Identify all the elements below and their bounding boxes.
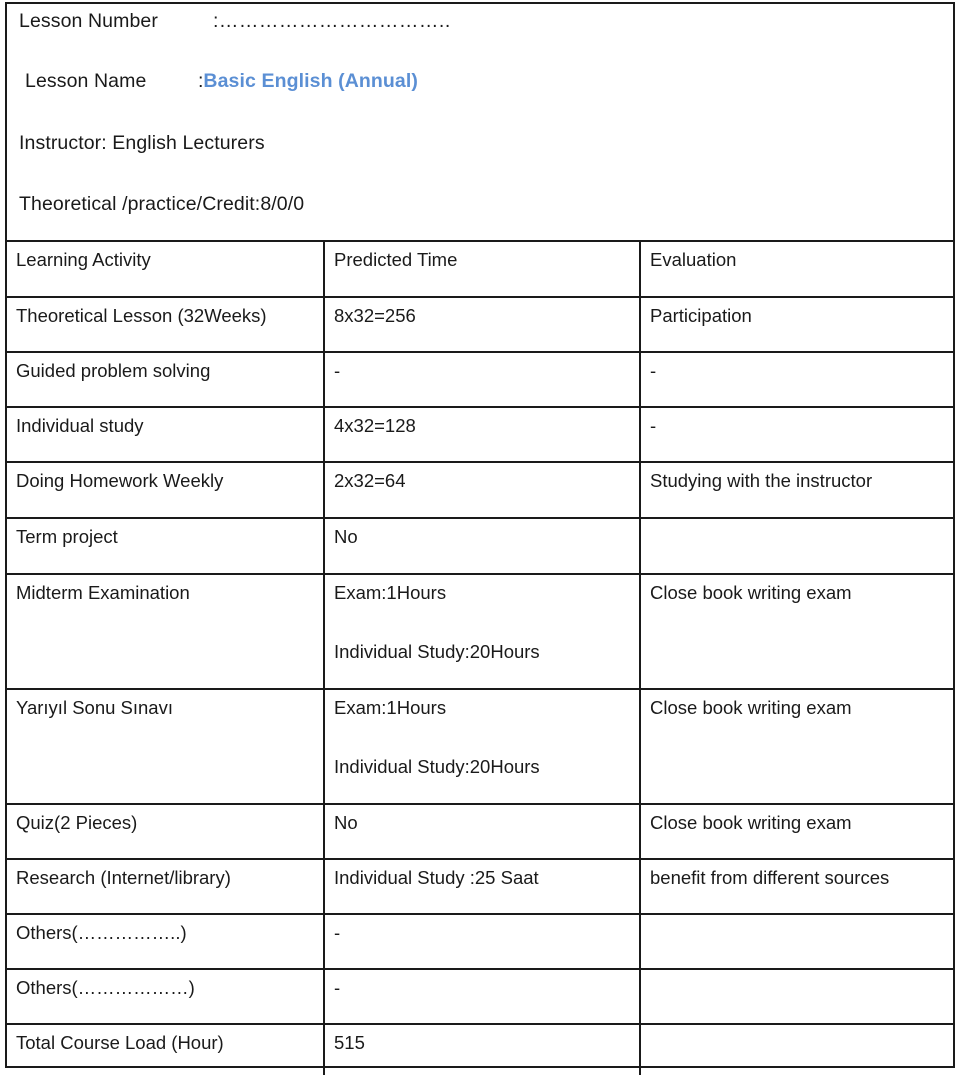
cell-evaluation: [640, 968, 953, 1024]
predicted-time-primary: -: [334, 977, 341, 998]
table-row: Quiz(2 Pieces) No Close book writing exam: [7, 803, 953, 859]
predicted-time-primary: 2x32=64: [334, 470, 406, 491]
lesson-name-label: Lesson Name: [25, 70, 147, 92]
cell-learning-activity: Individual study: [7, 406, 325, 462]
table-row: Research (Internet/library) Individual St…: [7, 858, 953, 914]
document-frame: Lesson Number :…………………………….. Lesson Name…: [5, 2, 955, 1075]
column-header-evaluation: Evaluation: [640, 240, 953, 297]
cell-predicted-time: Exam:1Hours Individual Study:20Hours: [324, 688, 641, 804]
predicted-time-primary: -: [334, 360, 341, 381]
cell-learning-activity: Yarıyıl Sonu Sınavı: [7, 688, 325, 804]
predicted-time-primary: 4x32=128: [334, 415, 416, 436]
predicted-time-secondary: Individual Study:20Hours: [334, 641, 540, 662]
cell-evaluation: Close book writing exam: [640, 688, 953, 804]
cell-evaluation: Studying with the instructor: [640, 461, 953, 518]
predicted-time-primary: No: [334, 812, 358, 833]
cell-evaluation: Close book writing exam: [640, 573, 953, 689]
table-header-row: Learning Activity Predicted Time Evaluat…: [7, 240, 953, 297]
cell-learning-activity: Research (Internet/library): [7, 858, 325, 914]
course-header-block: Lesson Number :…………………………….. Lesson Name…: [7, 4, 953, 240]
cell-evaluation: -: [640, 351, 953, 407]
cell-predicted-time: 4x32=128: [324, 406, 641, 462]
cell-evaluation: [640, 517, 953, 574]
cell-predicted-time: 2x32=64: [324, 461, 641, 518]
table-row: Total Course Load (Hour) 515: [7, 1023, 953, 1075]
cell-evaluation: Participation: [640, 296, 953, 352]
cell-evaluation: [640, 913, 953, 969]
cell-evaluation: benefit from different sources: [640, 858, 953, 914]
table-row: Others(………………) -: [7, 968, 953, 1024]
table-row: Individual study 4x32=128 -: [7, 406, 953, 462]
cell-evaluation: Close book writing exam: [640, 803, 953, 859]
predicted-time-primary: Exam:1Hours: [334, 697, 447, 718]
cell-predicted-time: -: [324, 351, 641, 407]
table-row: Others(……………..) -: [7, 913, 953, 969]
cell-predicted-time: No: [324, 517, 641, 574]
lesson-number-label: Lesson Number: [19, 10, 158, 32]
cell-learning-activity: Term project: [7, 517, 325, 574]
instructor-line: Instructor: English Lecturers: [19, 132, 265, 154]
predicted-time-primary: Individual Study :25 Saat: [334, 867, 539, 888]
lesson-name-value-group: :Basic English (Annual): [198, 70, 418, 92]
table-row: Midterm Examination Exam:1Hours Individual…: [7, 573, 953, 689]
credit-line: Theoretical /practice/Credit:8/0/0: [19, 193, 305, 215]
column-header-predicted-time: Predicted Time: [324, 240, 641, 297]
table-row: Yarıyıl Sonu Sınavı Exam:1Hours Individual…: [7, 688, 953, 804]
predicted-time-primary: 515: [334, 1032, 365, 1053]
table-row: Theoretical Lesson (32Weeks) 8x32=256 Part…: [7, 296, 953, 352]
cell-predicted-time: 8x32=256: [324, 296, 641, 352]
predicted-time-primary: Exam:1Hours: [334, 582, 447, 603]
table-row: Term project No: [7, 517, 953, 574]
cell-predicted-time: Individual Study :25 Saat: [324, 858, 641, 914]
lesson-number-value: :……………………………..: [213, 10, 451, 32]
predicted-time-primary: -: [334, 922, 341, 943]
cell-learning-activity: Quiz(2 Pieces): [7, 803, 325, 859]
column-header-learning-activity: Learning Activity: [7, 240, 325, 297]
lesson-name-value: Basic English (Annual): [203, 70, 418, 92]
predicted-time-secondary: Individual Study:20Hours: [334, 756, 540, 777]
cell-learning-activity: Guided problem solving: [7, 351, 325, 407]
cell-learning-activity: Theoretical Lesson (32Weeks): [7, 296, 325, 352]
learning-activity-table: Learning Activity Predicted Time Evaluat…: [7, 240, 953, 1075]
cell-evaluation: [640, 1023, 953, 1075]
cell-evaluation: -: [640, 406, 953, 462]
cell-predicted-time: No: [324, 803, 641, 859]
table-body: Learning Activity Predicted Time Evaluat…: [7, 240, 953, 1075]
cell-learning-activity: Others(……………..): [7, 913, 325, 969]
cell-predicted-time: Exam:1Hours Individual Study:20Hours: [324, 573, 641, 689]
cell-learning-activity: Others(………………): [7, 968, 325, 1024]
document-page: Lesson Number :…………………………….. Lesson Name…: [0, 0, 960, 1075]
cell-predicted-time: 515: [324, 1023, 641, 1075]
table-row: Guided problem solving - -: [7, 351, 953, 407]
predicted-time-primary: No: [334, 526, 358, 547]
cell-learning-activity: Midterm Examination: [7, 573, 325, 689]
cell-predicted-time: -: [324, 968, 641, 1024]
table-row: Doing Homework Weekly 2x32=64 Studying wit…: [7, 461, 953, 518]
cell-learning-activity: Total Course Load (Hour): [7, 1023, 325, 1075]
predicted-time-primary: 8x32=256: [334, 305, 416, 326]
cell-predicted-time: -: [324, 913, 641, 969]
cell-learning-activity: Doing Homework Weekly: [7, 461, 325, 518]
